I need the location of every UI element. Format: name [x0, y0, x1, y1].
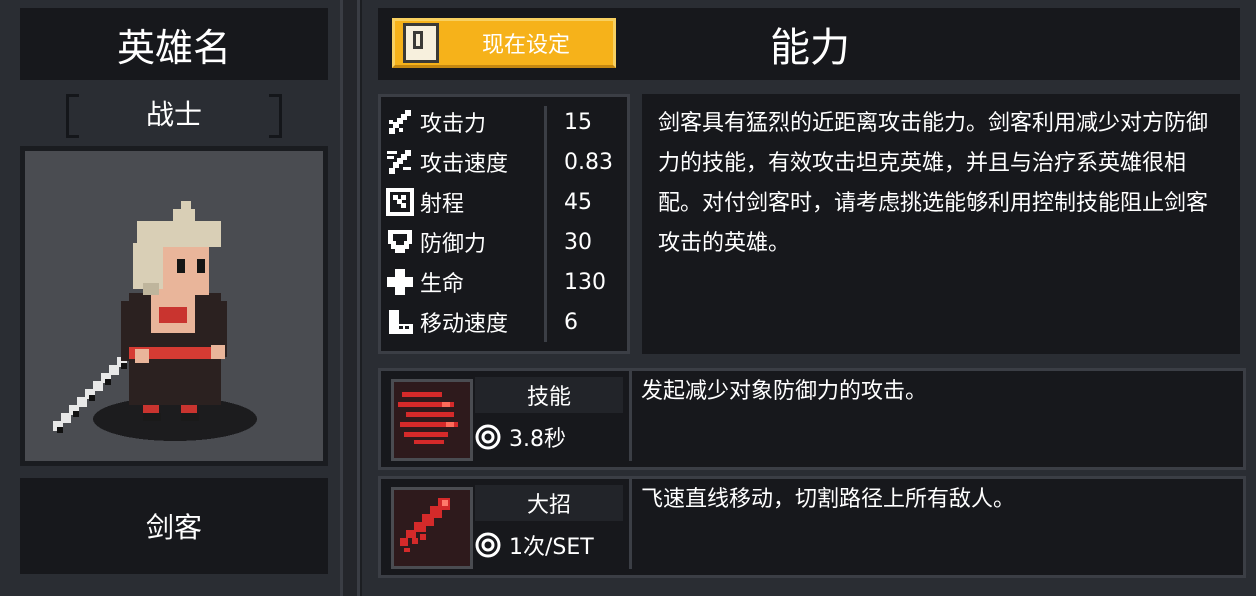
- swordsman-sprite: [53, 201, 257, 441]
- boot-icon: [384, 306, 416, 338]
- skill-divider: [629, 371, 632, 461]
- skill-name: 技能: [475, 377, 623, 413]
- stat-row-range: 射程 45: [384, 182, 624, 222]
- dash-strike-icon: [391, 487, 473, 569]
- stat-row-defense: 防御力 30: [384, 222, 624, 262]
- right-bracket: [269, 94, 282, 138]
- stat-value: 6: [564, 309, 578, 335]
- stat-value: 30: [564, 229, 592, 255]
- hero-portrait: [20, 146, 328, 466]
- skill-description: 发起减少对象防御力的攻击。: [641, 379, 928, 404]
- ultimate-name: 大招: [475, 485, 623, 521]
- hero-class-label: 战士: [145, 98, 202, 131]
- skill-card[interactable]: 技能 3.8秒 发起减少对象防御力的攻击。: [378, 368, 1246, 470]
- hero-class-row: 战士: [20, 90, 328, 138]
- skill-divider: [629, 479, 632, 569]
- stat-value: 45: [564, 189, 592, 215]
- range-icon: [384, 186, 416, 218]
- set-now-label: 现在设定: [481, 33, 570, 58]
- ultimate-cooldown: 1次/SET: [475, 525, 625, 565]
- health-cross-icon: [384, 266, 416, 298]
- panel-divider: [340, 0, 360, 596]
- stat-value: 0.83: [564, 149, 613, 175]
- stat-label: 攻击速度: [420, 152, 509, 177]
- hero-type-label: 剑客: [20, 478, 328, 574]
- hero-description: 剑客具有猛烈的近距离攻击能力。剑客利用减少对方防御力的技能，有效攻击坦克英雄，并…: [658, 111, 1209, 256]
- stat-label: 生命: [420, 272, 465, 297]
- slot-icon: [403, 23, 439, 63]
- stat-row-health: 生命 130: [384, 262, 624, 302]
- cooldown-value: 1次/SET: [509, 535, 594, 560]
- stat-label: 防御力: [420, 232, 487, 257]
- set-now-button[interactable]: 现在设定: [392, 18, 616, 68]
- stat-value: 15: [564, 109, 592, 135]
- stat-row-attack: 攻击力 15: [384, 102, 624, 142]
- ultimate-card[interactable]: 大招 1次/SET 飞速直线移动，切割路径上所有敌人。: [378, 476, 1246, 578]
- cooldown-icon: [475, 532, 501, 558]
- stat-label: 移动速度: [420, 312, 509, 337]
- stat-label: 射程: [420, 192, 465, 217]
- hero-name-header: 英雄名: [20, 8, 328, 80]
- slash-lines-icon: [391, 379, 473, 461]
- stat-label: 攻击力: [420, 112, 487, 137]
- left-bracket: [66, 94, 79, 138]
- skill-cooldown: 3.8秒: [475, 417, 625, 457]
- cooldown-value: 3.8秒: [509, 427, 566, 452]
- cooldown-icon: [475, 424, 501, 450]
- sword-icon: [384, 106, 416, 138]
- ability-title: 能力: [770, 25, 850, 71]
- stat-value: 130: [564, 269, 606, 295]
- shield-icon: [384, 226, 416, 258]
- attack-speed-icon: [384, 146, 416, 178]
- stat-row-attack-speed: 攻击速度 0.83: [384, 142, 624, 182]
- ultimate-description: 飞速直线移动，切割路径上所有敌人。: [641, 487, 1016, 512]
- stat-row-move-speed: 移动速度 6: [384, 302, 624, 342]
